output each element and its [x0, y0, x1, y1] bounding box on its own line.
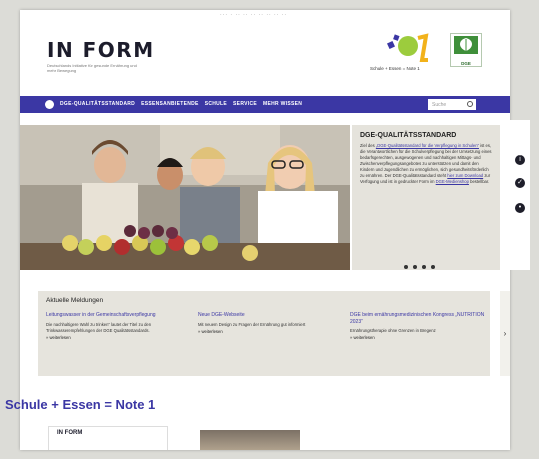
search-icon[interactable]: [467, 101, 473, 107]
panel-title: DGE-QUALITÄTSSTANDARD: [360, 132, 457, 139]
hero-image: [20, 125, 350, 270]
dge-leaf-icon: [454, 36, 478, 54]
carousel-dot[interactable]: [404, 265, 408, 269]
news-next-arrow-icon[interactable]: ›: [500, 291, 510, 376]
panel-text-4: bestellbar.: [470, 179, 490, 184]
dge-logo[interactable]: DGE: [450, 33, 482, 67]
carousel-dot[interactable]: [431, 265, 435, 269]
dge-standard-panel: DGE-QUALITÄTSSTANDARD Ziel des „DGE-Qual…: [352, 125, 500, 270]
nav-item-schule[interactable]: SCHULE: [205, 101, 227, 107]
carousel-dots: [404, 265, 435, 269]
inform-logo[interactable]: IN FORM Deutschlands Initiative für gesu…: [47, 38, 155, 73]
news-body: Mit neuem Design zu Fragen der Ernährung…: [198, 321, 306, 327]
logo-wordmark: IN FORM: [47, 38, 155, 62]
top-utility-links[interactable]: ··· · ·· ·· ·· ·· ·· ·· ··: [220, 12, 287, 18]
news-section: Aktuelle Meldungen Leitungswasser in der…: [38, 291, 490, 376]
screenshot-frame: ··· · ·· ·· ·· ·· ·· ·· ·· IN FORM Deuts…: [0, 0, 539, 459]
share-icon[interactable]: •: [515, 203, 525, 213]
news-headline[interactable]: Leitungswasser in der Gemeinschaftsverpf…: [46, 312, 181, 319]
news-headline[interactable]: DGE beim ernährungsmedizinischen Kongres…: [350, 312, 485, 325]
panel-body: Ziel des „DGE-Qualitätsstandard für die …: [360, 143, 492, 185]
dge-logo-text: DGE: [461, 61, 471, 66]
teaser-photo[interactable]: [200, 430, 300, 450]
side-share-bar: i ✓ •: [510, 120, 530, 270]
panel-link-medienshop[interactable]: DGE-Medienshop: [436, 179, 469, 184]
news-title: Aktuelle Meldungen: [46, 297, 104, 304]
news-headline[interactable]: Neue DGE-Webseite: [198, 312, 333, 319]
teaser-logo: IN FORM: [57, 430, 83, 436]
news-more-link[interactable]: » weiterlesen: [46, 335, 181, 340]
section-heading: Schule + Essen = Note 1: [5, 397, 156, 412]
panel-link-standard[interactable]: „DGE-Qualitätsstandard für die Verpflegu…: [376, 143, 479, 148]
news-body: Ernährungstherapie ohne Grenzen in Brege…: [350, 328, 436, 333]
search-input[interactable]: Suche: [428, 99, 476, 110]
news-body: Die nachhaltigere Wahl zu trinken“ laute…: [46, 321, 152, 333]
carousel-dot[interactable]: [422, 265, 426, 269]
apple-logo-icon: [387, 33, 429, 62]
schule-essen-note1-logo[interactable]: Schule + Essen = Note 1: [370, 32, 440, 74]
news-more-link[interactable]: » weiterlesen: [350, 335, 485, 340]
browser-page: ··· · ·· ·· ·· ·· ·· ·· ·· IN FORM Deuts…: [20, 10, 510, 450]
news-item: Neue DGE-Webseite Mit neuem Design zu Fr…: [198, 312, 333, 334]
main-navigation: DGE-QUALITÄTSSTANDARD ESSENSANBIETENDE S…: [20, 96, 510, 113]
children-buffet-photo: [20, 125, 350, 270]
home-icon[interactable]: [45, 100, 54, 109]
nav-item-service[interactable]: SERVICE: [233, 101, 257, 107]
info-icon[interactable]: i: [515, 155, 525, 165]
news-more-link[interactable]: » weiterlesen: [198, 329, 333, 334]
nav-item-mehr-wissen[interactable]: MEHR WISSEN: [263, 101, 302, 107]
teaser-card[interactable]: IN FORM: [48, 426, 168, 450]
search-placeholder: Suche: [432, 102, 447, 108]
partner-logo-text: Schule + Essen = Note 1: [370, 66, 420, 71]
panel-text-1: Ziel des: [360, 143, 375, 148]
news-item: DGE beim ernährungsmedizinischen Kongres…: [350, 312, 485, 340]
logo-tagline: Deutschlands Initiative für gesunde Ernä…: [47, 63, 137, 73]
nav-item-dge-qualitaetsstandard[interactable]: DGE-QUALITÄTSSTANDARD: [60, 101, 135, 107]
carousel-dot[interactable]: [413, 265, 417, 269]
check-icon[interactable]: ✓: [515, 178, 525, 188]
panel-link-download[interactable]: hier zum Download: [447, 173, 483, 178]
nav-item-essensanbietende[interactable]: ESSENSANBIETENDE: [141, 101, 199, 107]
news-item: Leitungswasser in der Gemeinschaftsverpf…: [46, 312, 181, 340]
